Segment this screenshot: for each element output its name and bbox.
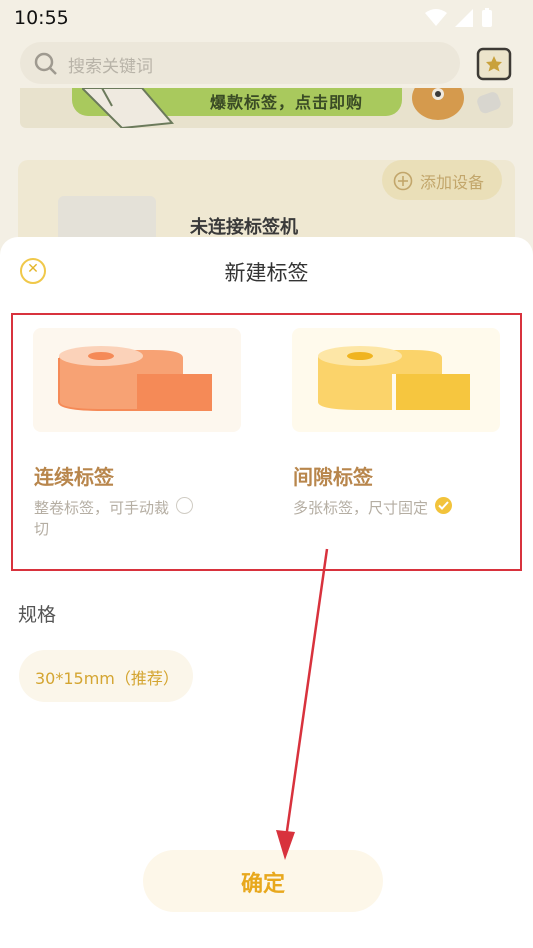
annotation-arrow [276,548,329,860]
